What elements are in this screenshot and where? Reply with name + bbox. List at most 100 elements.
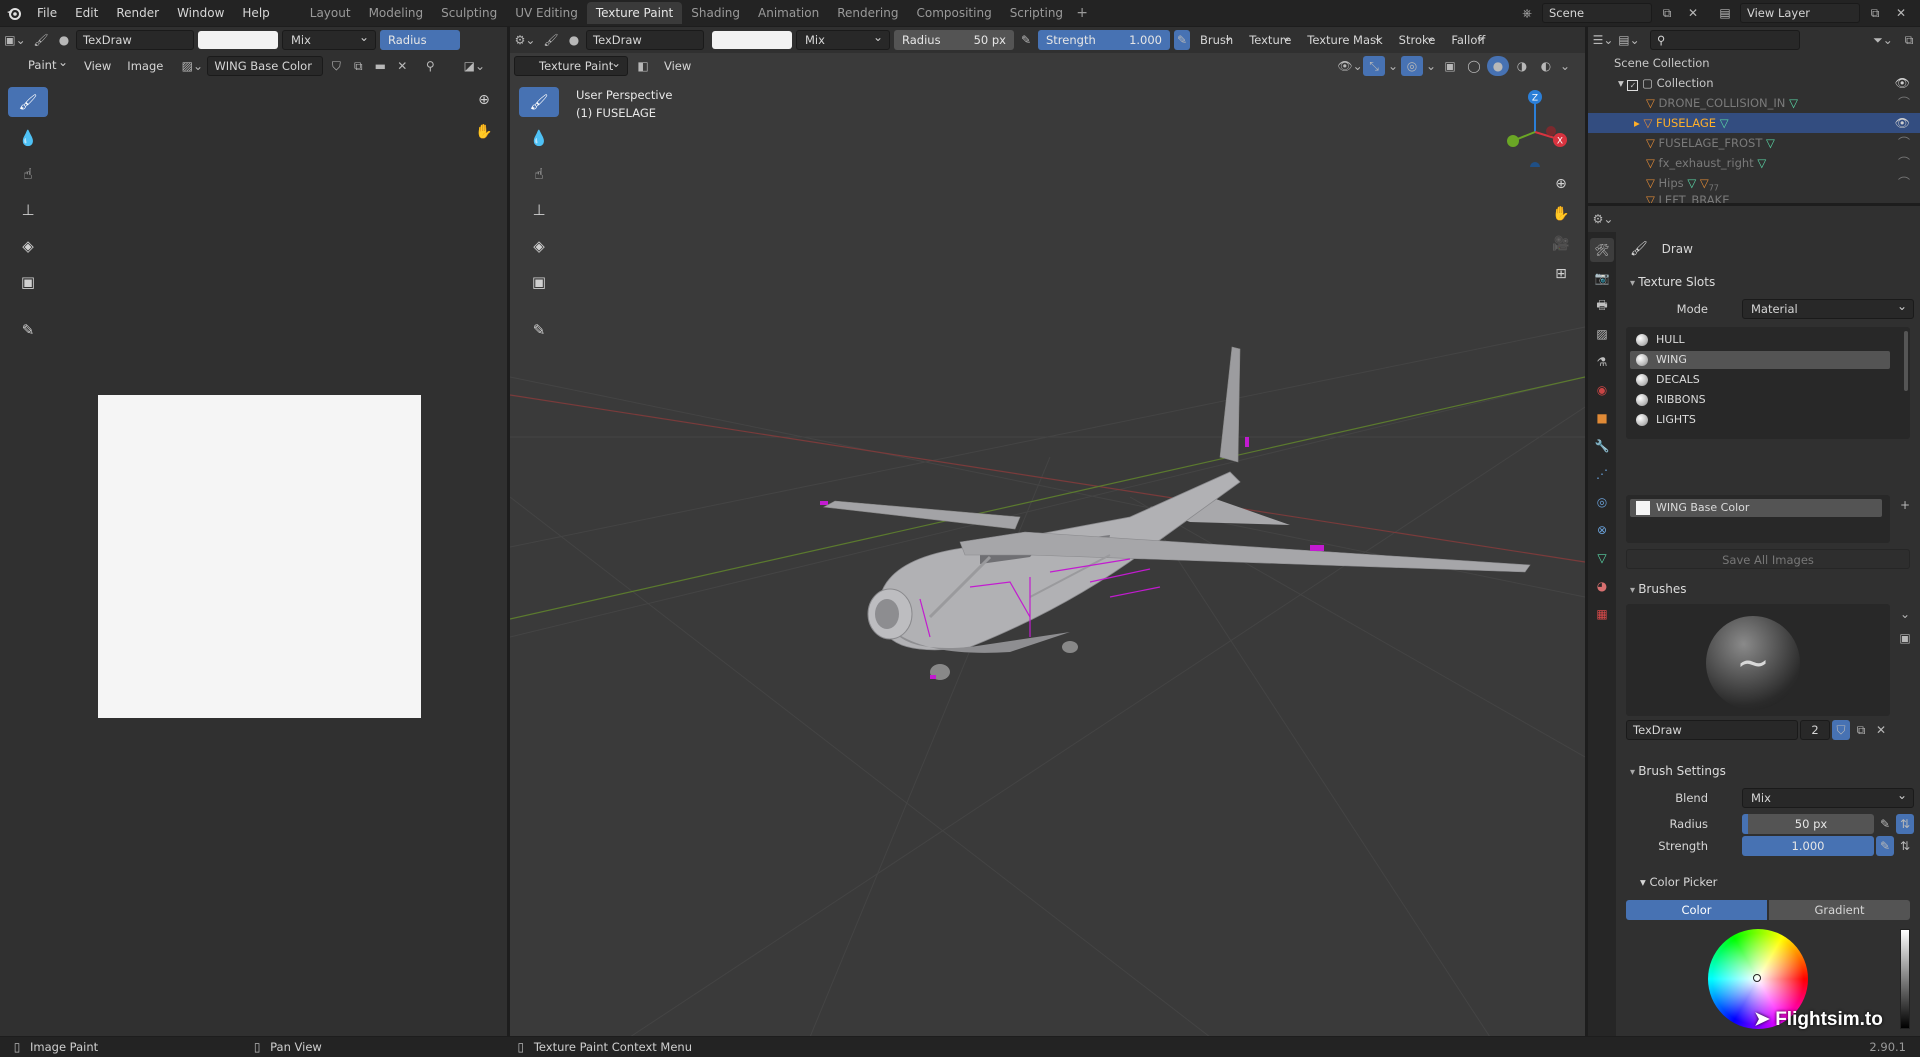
- viewport-zoom-icon[interactable]: ⊕: [1548, 171, 1574, 197]
- scene-tab-icon[interactable]: ⚗: [1590, 350, 1614, 374]
- tab-uv-editing[interactable]: UV Editing: [506, 2, 587, 24]
- object-tab-icon[interactable]: ■: [1590, 406, 1614, 430]
- radius-pressure-icon[interactable]: ✎: [1018, 30, 1034, 50]
- paint-mode-dropdown[interactable]: Paint: [4, 53, 74, 76]
- draw-tool-icon[interactable]: 🖌: [8, 87, 48, 117]
- outliner-item-drone-collision[interactable]: ▽ DRONE_COLLISION_IN ▽ ⌒: [1588, 93, 1920, 113]
- navigation-gizmo[interactable]: Z X: [1500, 87, 1570, 167]
- brush-name-field[interactable]: TexDraw: [76, 30, 194, 50]
- overlays-dropdown-icon[interactable]: ⌄: [1425, 56, 1437, 76]
- collection-eye-icon[interactable]: 👁: [1895, 73, 1910, 93]
- radius-pen-icon[interactable]: ✎: [1876, 814, 1894, 834]
- viewport-brush-tool-icon[interactable]: 🖌: [540, 30, 562, 50]
- tab-rendering[interactable]: Rendering: [828, 2, 907, 24]
- add-workspace-icon[interactable]: +: [1072, 5, 1092, 21]
- falloff-menu[interactable]: Falloff: [1445, 27, 1491, 50]
- fake-user-shield-icon[interactable]: ⛉: [327, 56, 345, 76]
- viewport-scene[interactable]: [510, 77, 1585, 1036]
- menu-edit[interactable]: Edit: [66, 0, 107, 26]
- particles-tab-icon[interactable]: ⋰: [1590, 462, 1614, 486]
- new-image-icon[interactable]: ⧉: [349, 56, 367, 76]
- open-image-folder-icon[interactable]: ▬: [371, 56, 389, 76]
- soften-tool-icon[interactable]: 💧: [8, 123, 48, 153]
- unlink-image-icon[interactable]: ✕: [393, 56, 411, 76]
- modifier-tab-icon[interactable]: 🔧: [1590, 434, 1614, 458]
- brush-settings-panel-header[interactable]: Brush Settings: [1618, 760, 1920, 782]
- drone-collision-eye-icon[interactable]: ⌒: [1898, 93, 1910, 113]
- display-mode-icon[interactable]: ▤⌄: [1618, 30, 1640, 50]
- tab-sculpting[interactable]: Sculpting: [432, 2, 506, 24]
- editor-type-icon[interactable]: ▣⌄: [4, 30, 26, 50]
- value-slider[interactable]: [1900, 929, 1910, 1029]
- brush-specials-icon[interactable]: ⌄: [1894, 604, 1916, 624]
- outliner-collection[interactable]: ▾ ✓ ▢ Collection 👁: [1588, 73, 1920, 93]
- brush-fake-user-icon[interactable]: ⛉: [1832, 720, 1850, 740]
- radius-slider[interactable]: Radius: [380, 30, 460, 50]
- menu-help[interactable]: Help: [233, 0, 278, 26]
- tab-layout[interactable]: Layout: [301, 2, 360, 24]
- image-name-field[interactable]: WING Base Color: [207, 56, 324, 76]
- brush-color-swatch[interactable]: [198, 31, 278, 49]
- texture-paint-mode-dropdown[interactable]: Texture Paint: [514, 54, 628, 76]
- scene-field[interactable]: Scene: [1542, 3, 1652, 23]
- fx-exhaust-eye-icon[interactable]: ⌒: [1898, 153, 1910, 173]
- smear-tool-icon[interactable]: ☝: [8, 159, 48, 189]
- image-browse-icon[interactable]: ▨⌄: [181, 56, 203, 76]
- remove-view-layer-icon[interactable]: ✕: [1890, 3, 1912, 23]
- camera-view-icon[interactable]: 🎥: [1548, 231, 1574, 257]
- radius-unit-icon[interactable]: ⇅: [1896, 814, 1914, 834]
- texture-mask-menu[interactable]: Texture Mask: [1301, 27, 1388, 50]
- outliner-item-hips[interactable]: ▽ Hips ▽ ▽77 ⌒: [1588, 173, 1920, 193]
- strength-pen-icon[interactable]: ✎: [1876, 836, 1894, 856]
- strength-unit-icon[interactable]: ⇅: [1896, 836, 1914, 856]
- material-shading-icon[interactable]: ◑: [1511, 56, 1533, 76]
- brush-users-count[interactable]: 2: [1800, 720, 1830, 740]
- output-tab-icon[interactable]: 🖶: [1590, 294, 1614, 318]
- fuselage-frost-eye-icon[interactable]: ⌒: [1898, 133, 1910, 153]
- menu-window[interactable]: Window: [168, 0, 233, 26]
- viewport-pan-icon[interactable]: ✋: [1548, 201, 1574, 227]
- annotate-tool-icon[interactable]: ✎: [8, 315, 48, 345]
- texture-mode-dropdown[interactable]: Material: [1742, 297, 1914, 319]
- constraints-tab-icon[interactable]: ⊗: [1590, 518, 1614, 542]
- texture-slots-panel-header[interactable]: Texture Slots: [1618, 271, 1920, 293]
- strength-pressure-icon[interactable]: ✎: [1174, 30, 1190, 50]
- brush-tool-icon[interactable]: 🖌: [30, 30, 52, 50]
- remove-scene-icon[interactable]: ✕: [1682, 3, 1704, 23]
- wireframe-shading-icon[interactable]: ◯: [1463, 56, 1485, 76]
- material-slot-decals[interactable]: DECALS: [1630, 371, 1890, 389]
- overlays-toggle-icon[interactable]: ◎: [1401, 56, 1423, 76]
- tool-tab-icon[interactable]: 🛠: [1590, 238, 1614, 262]
- ortho-toggle-icon[interactable]: ⊞: [1548, 261, 1574, 287]
- hips-eye-icon[interactable]: ⌒: [1898, 173, 1910, 193]
- visibility-icon[interactable]: 👁⌄: [1337, 56, 1362, 76]
- viewport-brush-name-field[interactable]: TexDraw: [586, 30, 704, 50]
- material-slot-wing[interactable]: WING: [1630, 351, 1890, 369]
- view-layer-tab-icon[interactable]: ▨: [1590, 322, 1614, 346]
- world-tab-icon[interactable]: ◉: [1590, 378, 1614, 402]
- color-wheel-cursor[interactable]: [1753, 974, 1761, 982]
- scene-icon[interactable]: ⎈: [1516, 3, 1538, 23]
- material-slot-hull[interactable]: HULL: [1630, 331, 1890, 349]
- pan-hand-icon[interactable]: ✋: [471, 119, 497, 145]
- viewport-brush-color-swatch[interactable]: [712, 31, 792, 49]
- color-picker-subpanel-header[interactable]: ▾ Color Picker: [1640, 872, 1717, 892]
- menu-render[interactable]: Render: [107, 0, 168, 26]
- fill-tool-icon[interactable]: ◈: [8, 231, 48, 261]
- fuselage-eye-icon[interactable]: 👁: [1895, 113, 1910, 133]
- color-tab[interactable]: Color: [1626, 900, 1767, 920]
- viewport-editor-type-icon[interactable]: ⚙⌄: [514, 30, 536, 50]
- tab-modeling[interactable]: Modeling: [360, 2, 433, 24]
- shading-dropdown-icon[interactable]: ⌄: [1559, 56, 1571, 76]
- view-layer-field[interactable]: View Layer: [1740, 3, 1860, 23]
- blend-dropdown[interactable]: Mix: [282, 28, 376, 50]
- add-texture-slot-icon[interactable]: +: [1894, 495, 1916, 515]
- outliner-item-fuselage-frost[interactable]: ▽ FUSELAGE_FROST ▽ ⌒: [1588, 133, 1920, 153]
- brushes-panel-header[interactable]: Brushes: [1618, 578, 1920, 600]
- unlink-brush-icon[interactable]: ✕: [1872, 720, 1890, 740]
- pin-icon[interactable]: ⚲: [415, 56, 445, 76]
- brush-menu[interactable]: Brush: [1194, 27, 1239, 50]
- new-scene-icon[interactable]: ⧉: [1656, 3, 1678, 23]
- tab-animation[interactable]: Animation: [749, 2, 828, 24]
- brush-datablock-name[interactable]: TexDraw: [1626, 720, 1798, 740]
